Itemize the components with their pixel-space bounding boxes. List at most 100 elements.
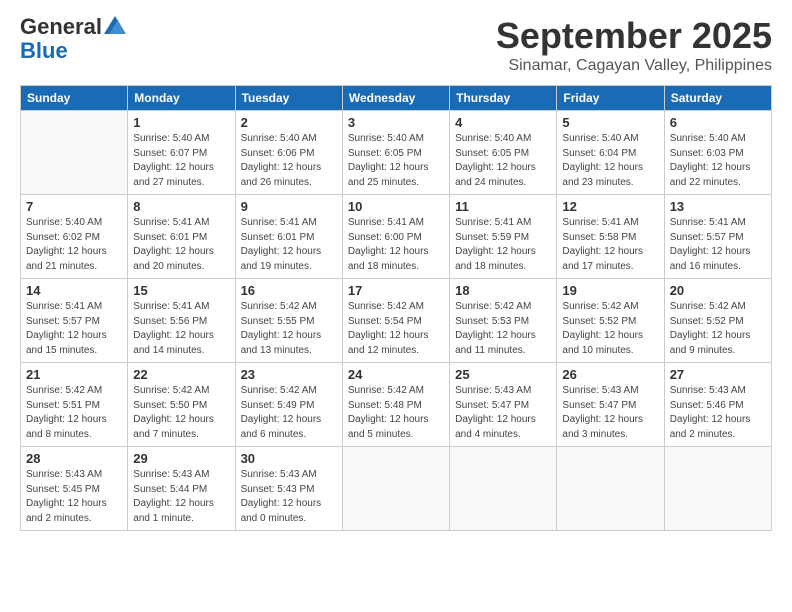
day-info: Sunrise: 5:41 AMSunset: 6:01 PMDaylight:… [133,216,229,274]
day-number: 11 [455,199,551,214]
day-info: Sunrise: 5:41 AMSunset: 5:57 PMDaylight:… [26,300,122,358]
header-wednesday: Wednesday [342,86,449,111]
page-container: General Blue September 2025 Sinamar, Cag… [0,0,792,546]
month-title: September 2025 [496,15,772,57]
header-saturday: Saturday [664,86,771,111]
table-row [342,447,449,531]
day-number: 6 [670,115,766,130]
day-info: Sunrise: 5:42 AMSunset: 5:54 PMDaylight:… [348,300,444,358]
day-info: Sunrise: 5:41 AMSunset: 5:57 PMDaylight:… [670,216,766,274]
day-number: 19 [562,283,658,298]
day-number: 22 [133,367,229,382]
table-row: 30 Sunrise: 5:43 AMSunset: 5:43 PMDayligh… [235,447,342,531]
calendar-week-row: 21 Sunrise: 5:42 AMSunset: 5:51 PMDayligh… [21,363,772,447]
day-info: Sunrise: 5:40 AMSunset: 6:04 PMDaylight:… [562,132,658,190]
table-row: 21 Sunrise: 5:42 AMSunset: 5:51 PMDayligh… [21,363,128,447]
day-info: Sunrise: 5:42 AMSunset: 5:53 PMDaylight:… [455,300,551,358]
day-info: Sunrise: 5:40 AMSunset: 6:06 PMDaylight:… [241,132,337,190]
day-number: 26 [562,367,658,382]
table-row: 28 Sunrise: 5:43 AMSunset: 5:45 PMDayligh… [21,447,128,531]
day-info: Sunrise: 5:41 AMSunset: 6:00 PMDaylight:… [348,216,444,274]
day-number: 18 [455,283,551,298]
day-info: Sunrise: 5:43 AMSunset: 5:43 PMDaylight:… [241,468,337,526]
day-info: Sunrise: 5:41 AMSunset: 6:01 PMDaylight:… [241,216,337,274]
table-row: 15 Sunrise: 5:41 AMSunset: 5:56 PMDayligh… [128,279,235,363]
header-monday: Monday [128,86,235,111]
table-row: 17 Sunrise: 5:42 AMSunset: 5:54 PMDayligh… [342,279,449,363]
day-info: Sunrise: 5:41 AMSunset: 5:56 PMDaylight:… [133,300,229,358]
day-number: 23 [241,367,337,382]
day-info: Sunrise: 5:40 AMSunset: 6:03 PMDaylight:… [670,132,766,190]
calendar-week-row: 7 Sunrise: 5:40 AMSunset: 6:02 PMDaylight… [21,195,772,279]
table-row: 5 Sunrise: 5:40 AMSunset: 6:04 PMDaylight… [557,111,664,195]
table-row: 29Sunrise: 5:43 AMSunset: 5:44 PMDayligh… [128,447,235,531]
day-number: 15 [133,283,229,298]
table-row: 9 Sunrise: 5:41 AMSunset: 6:01 PMDaylight… [235,195,342,279]
table-row [21,111,128,195]
day-number: 17 [348,283,444,298]
day-info: Sunrise: 5:42 AMSunset: 5:52 PMDaylight:… [670,300,766,358]
table-row: 6 Sunrise: 5:40 AMSunset: 6:03 PMDaylight… [664,111,771,195]
table-row: 7 Sunrise: 5:40 AMSunset: 6:02 PMDaylight… [21,195,128,279]
header-sunday: Sunday [21,86,128,111]
table-row: 27 Sunrise: 5:43 AMSunset: 5:46 PMDayligh… [664,363,771,447]
table-row: 4Sunrise: 5:40 AMSunset: 6:05 PMDaylight… [450,111,557,195]
day-number: 12 [562,199,658,214]
table-row: 3 Sunrise: 5:40 AMSunset: 6:05 PMDaylight… [342,111,449,195]
subtitle: Sinamar, Cagayan Valley, Philippines [496,57,772,75]
table-row: 23Sunrise: 5:42 AMSunset: 5:49 PMDayligh… [235,363,342,447]
day-info: Sunrise: 5:42 AMSunset: 5:48 PMDaylight:… [348,384,444,442]
day-info: Sunrise: 5:42 AMSunset: 5:50 PMDaylight:… [133,384,229,442]
day-number: 25 [455,367,551,382]
day-number: 21 [26,367,122,382]
table-row: 26 Sunrise: 5:43 AMSunset: 5:47 PMDayligh… [557,363,664,447]
day-info: Sunrise: 5:43 AMSunset: 5:47 PMDaylight:… [562,384,658,442]
table-row [557,447,664,531]
day-number: 28 [26,451,122,466]
day-info: Sunrise: 5:40 AMSunset: 6:02 PMDaylight:… [26,216,122,274]
header-thursday: Thursday [450,86,557,111]
logo-blue: Blue [20,39,68,63]
day-info: Sunrise: 5:42 AMSunset: 5:55 PMDaylight:… [241,300,337,358]
day-number: 20 [670,283,766,298]
calendar-table: Sunday Monday Tuesday Wednesday Thursday… [20,85,772,531]
day-number: 8 [133,199,229,214]
day-number: 24 [348,367,444,382]
logo: General Blue [20,15,126,63]
day-info: Sunrise: 5:43 AMSunset: 5:46 PMDaylight:… [670,384,766,442]
day-info: Sunrise: 5:41 AMSunset: 5:59 PMDaylight:… [455,216,551,274]
day-info: Sunrise: 5:41 AMSunset: 5:58 PMDaylight:… [562,216,658,274]
day-number: 9 [241,199,337,214]
table-row: 10Sunrise: 5:41 AMSunset: 6:00 PMDayligh… [342,195,449,279]
day-number: 3 [348,115,444,130]
table-row: 14Sunrise: 5:41 AMSunset: 5:57 PMDayligh… [21,279,128,363]
day-number: 5 [562,115,658,130]
table-row [450,447,557,531]
day-number: 27 [670,367,766,382]
day-number: 4 [455,115,551,130]
table-row: 13Sunrise: 5:41 AMSunset: 5:57 PMDayligh… [664,195,771,279]
day-number: 30 [241,451,337,466]
day-number: 29 [133,451,229,466]
day-info: Sunrise: 5:43 AMSunset: 5:45 PMDaylight:… [26,468,122,526]
header-tuesday: Tuesday [235,86,342,111]
day-info: Sunrise: 5:43 AMSunset: 5:47 PMDaylight:… [455,384,551,442]
table-row [664,447,771,531]
day-info: Sunrise: 5:42 AMSunset: 5:51 PMDaylight:… [26,384,122,442]
day-number: 7 [26,199,122,214]
table-row: 2Sunrise: 5:40 AMSunset: 6:06 PMDaylight… [235,111,342,195]
day-number: 1 [133,115,229,130]
calendar-week-row: 28 Sunrise: 5:43 AMSunset: 5:45 PMDayligh… [21,447,772,531]
table-row: 12 Sunrise: 5:41 AMSunset: 5:58 PMDayligh… [557,195,664,279]
day-info: Sunrise: 5:40 AMSunset: 6:05 PMDaylight:… [348,132,444,190]
table-row: 25 Sunrise: 5:43 AMSunset: 5:47 PMDayligh… [450,363,557,447]
weekday-header-row: Sunday Monday Tuesday Wednesday Thursday… [21,86,772,111]
table-row: 19Sunrise: 5:42 AMSunset: 5:52 PMDayligh… [557,279,664,363]
day-info: Sunrise: 5:40 AMSunset: 6:07 PMDaylight:… [133,132,229,190]
table-row: 22 Sunrise: 5:42 AMSunset: 5:50 PMDayligh… [128,363,235,447]
calendar-week-row: 14Sunrise: 5:41 AMSunset: 5:57 PMDayligh… [21,279,772,363]
table-row: 16 Sunrise: 5:42 AMSunset: 5:55 PMDayligh… [235,279,342,363]
table-row: 1 Sunrise: 5:40 AMSunset: 6:07 PMDaylight… [128,111,235,195]
logo-general: General [20,15,102,39]
day-number: 16 [241,283,337,298]
